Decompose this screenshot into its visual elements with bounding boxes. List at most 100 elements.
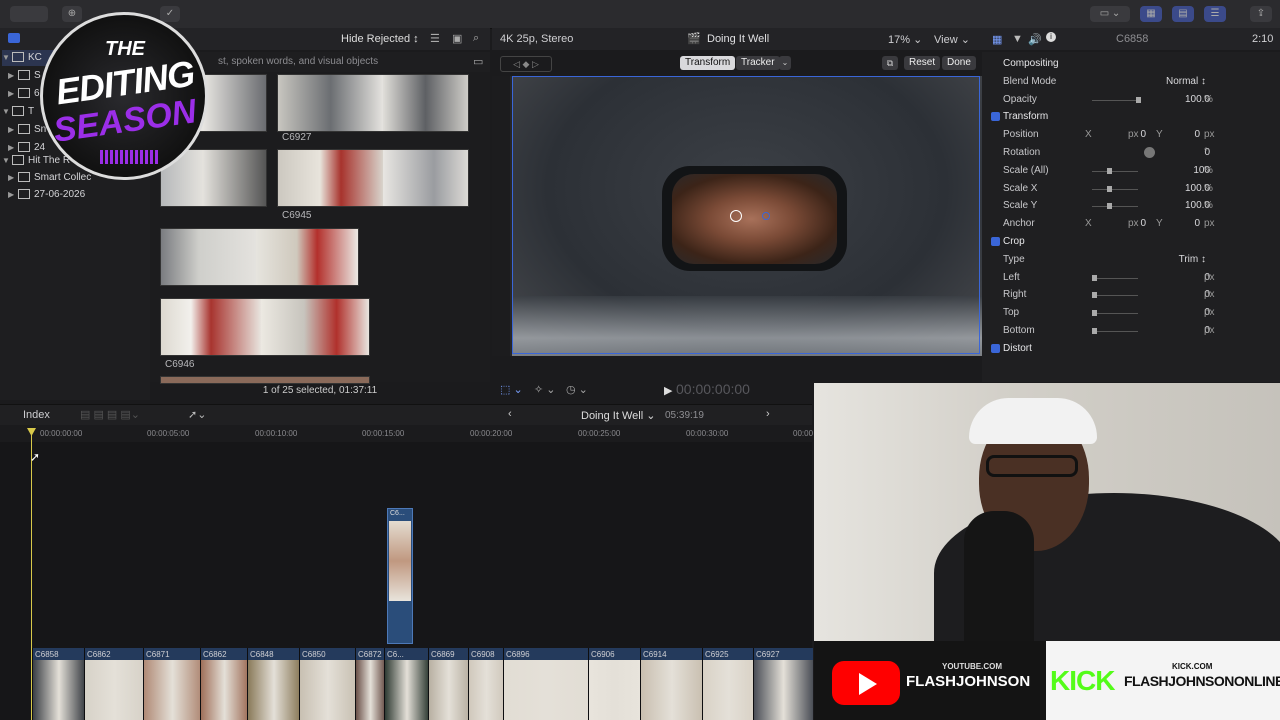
view-menu[interactable]: View ⌄: [934, 33, 970, 46]
x-value[interactable]: 0: [1140, 126, 1146, 144]
timeline-toggle-icon[interactable]: ▤: [1172, 6, 1194, 22]
speed-icon[interactable]: ◷ ⌄: [566, 383, 588, 396]
timeline-clip[interactable]: C6908: [468, 648, 504, 720]
param-slider[interactable]: [1092, 203, 1138, 210]
timeline-clip[interactable]: C6925: [702, 648, 754, 720]
timeline-clip[interactable]: C6862: [84, 648, 144, 720]
unit-label: px: [1204, 325, 1215, 336]
slider-knob[interactable]: [1092, 292, 1097, 299]
search-input[interactable]: st, spoken words, and visual objects: [218, 56, 378, 67]
slider-knob[interactable]: [1092, 310, 1097, 317]
share-icon[interactable]: ⇪: [1250, 6, 1272, 22]
param-slider[interactable]: [1092, 185, 1138, 192]
filmstrip-icon[interactable]: ▭: [473, 55, 483, 68]
timeline[interactable]: C6... C6858 C6862 C6871 C6862 C6848 C6850 C687…: [0, 442, 813, 720]
disclosure-icon[interactable]: ▶: [8, 122, 18, 138]
connected-clip[interactable]: C6...: [387, 508, 413, 644]
timeline-clip[interactable]: C6858: [32, 648, 85, 720]
disclosure-icon[interactable]: ▶: [8, 68, 18, 84]
playhead[interactable]: [31, 430, 32, 720]
timeline-clip[interactable]: C6848: [247, 648, 300, 720]
param-value[interactable]: Normal ↕: [1166, 73, 1206, 91]
param-slider[interactable]: [1092, 167, 1138, 174]
timeline-clip[interactable]: C6896: [503, 648, 589, 720]
timeline-clip[interactable]: C6869: [428, 648, 469, 720]
slider-knob[interactable]: [1106, 203, 1112, 210]
project-menu[interactable]: Doing It Well ⌄: [581, 409, 655, 422]
keyframe-nav[interactable]: ◁ ◆ ▷: [500, 56, 552, 72]
clip-thumbnail[interactable]: [160, 298, 370, 356]
param-slider[interactable]: [1092, 310, 1138, 317]
disclosure-icon[interactable]: ▼: [2, 50, 12, 66]
param-slider[interactable]: [1092, 292, 1138, 299]
timeline-clip[interactable]: C6872: [355, 648, 385, 720]
timeline-clip[interactable]: C6862: [200, 648, 248, 720]
info-icon[interactable]: i: [1046, 32, 1056, 42]
view-label: View: [934, 34, 958, 46]
clip-thumbnail[interactable]: [277, 149, 469, 207]
transform-tab[interactable]: Transform: [680, 56, 736, 70]
param-slider[interactable]: [1092, 274, 1138, 281]
clip-thumbnail[interactable]: [160, 228, 359, 286]
timeline-clip[interactable]: C6...: [384, 648, 429, 720]
slider-knob[interactable]: [1092, 328, 1097, 334]
y-value[interactable]: 0: [1194, 126, 1200, 144]
disclosure-icon[interactable]: ▼: [2, 104, 12, 120]
timeline-clip[interactable]: C6914: [640, 648, 703, 720]
enhance-icon[interactable]: ✧ ⌄: [534, 383, 556, 396]
video-inspector-icon[interactable]: ▦: [992, 33, 1002, 46]
param-value[interactable]: Trim ↕: [1179, 251, 1206, 269]
checkbox[interactable]: [991, 112, 1000, 122]
timeline-clip[interactable]: C6906: [588, 648, 641, 720]
play-icon[interactable]: ▶: [664, 384, 672, 397]
param-slider[interactable]: [1092, 328, 1138, 334]
checkbox[interactable]: [991, 343, 1000, 353]
viewer-canvas[interactable]: [492, 76, 982, 356]
disclosure-icon[interactable]: ▼: [2, 153, 12, 169]
select-tool-icon[interactable]: ➚⌄: [188, 408, 206, 421]
workspace-menu-button[interactable]: ▭ ⌄: [1090, 6, 1130, 22]
browser-toggle-icon[interactable]: ▦: [1140, 6, 1162, 22]
inspector-toggle-icon[interactable]: ☰: [1204, 6, 1226, 22]
transform-tool-icon[interactable]: ⬚ ⌄: [500, 383, 523, 396]
list-view-icon[interactable]: ☰: [430, 32, 440, 45]
slider-knob[interactable]: [1136, 96, 1141, 103]
timeline-clip[interactable]: C6871: [143, 648, 201, 720]
back-arrow-icon[interactable]: ‹: [508, 408, 512, 420]
slider-knob[interactable]: [1106, 185, 1112, 192]
timeline-clip[interactable]: C6850: [299, 648, 356, 720]
done-button[interactable]: Done: [942, 56, 976, 70]
filter-menu[interactable]: Hide Rejected ↕: [341, 33, 419, 45]
transform-mode-icon[interactable]: ⧉: [882, 56, 898, 70]
search-icon[interactable]: ⌕: [473, 32, 479, 45]
clip-filmstrip: [504, 660, 589, 720]
param-label: Scale Y: [1003, 200, 1038, 212]
chevron-down-icon[interactable]: ⌄: [779, 56, 791, 70]
param-label: Opacity: [1003, 93, 1037, 105]
clip-appearance-icon[interactable]: ▣: [452, 32, 462, 45]
library-item[interactable]: ▶ 27-06-2026: [8, 187, 85, 203]
disclosure-icon[interactable]: ▶: [8, 170, 18, 186]
forward-arrow-icon[interactable]: ›: [766, 408, 770, 420]
checkbox[interactable]: [991, 237, 1000, 246]
timeline-clip[interactable]: C6927: [753, 648, 813, 720]
tracker-tab[interactable]: Tracker: [736, 56, 780, 70]
slider-knob[interactable]: [1092, 274, 1097, 281]
reset-button[interactable]: Reset: [904, 56, 941, 70]
audio-inspector-icon[interactable]: 🔊: [1028, 33, 1042, 46]
slider-knob[interactable]: [1106, 167, 1112, 174]
rotation-dial-icon[interactable]: [1144, 147, 1155, 158]
clip-thumbnail[interactable]: [277, 74, 469, 132]
timeline-ruler[interactable]: 00:00:00:00 00:00:05:00 00:00:10:00 00:00:1…: [0, 426, 813, 442]
param-slider[interactable]: [1092, 96, 1141, 103]
clip-filmstrip: [754, 660, 813, 720]
index-button[interactable]: Index: [23, 409, 50, 421]
zoom-menu[interactable]: 17% ⌄: [888, 33, 922, 46]
disclosure-icon[interactable]: ▶: [8, 86, 18, 102]
y-value[interactable]: 0: [1194, 215, 1200, 233]
edit-buttons[interactable]: ▤ ▤ ▤ ▤⌄: [80, 408, 140, 421]
x-value[interactable]: 0: [1140, 215, 1146, 233]
color-inspector-icon[interactable]: ▼: [1012, 33, 1023, 45]
disclosure-icon[interactable]: ▶: [8, 187, 18, 203]
libraries-icon[interactable]: [8, 33, 20, 43]
